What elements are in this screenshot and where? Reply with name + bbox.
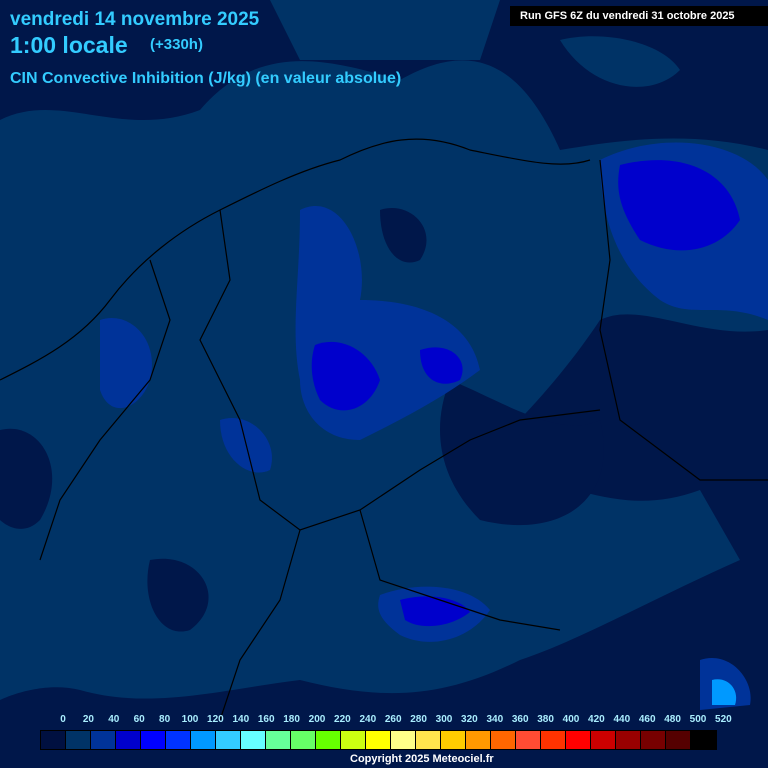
legend-label: 460 [638, 714, 656, 725]
model-run-label: Run GFS 6Z du vendredi 31 octobre 2025 [510, 6, 768, 26]
legend-label: 480 [664, 714, 681, 725]
copyright: Copyright 2025 Meteociel.fr [350, 753, 494, 765]
legend-swatch [691, 731, 716, 749]
legend-swatch [266, 731, 291, 749]
legend-label: 0 [60, 714, 66, 725]
legend-label: 140 [232, 714, 250, 725]
legend-swatch [316, 731, 341, 749]
legend-swatch [466, 731, 491, 749]
forecast-hour: 1:00 locale [10, 32, 128, 58]
legend-label: 300 [435, 714, 453, 725]
legend-label: 360 [511, 714, 529, 725]
legend-swatch [116, 731, 141, 749]
legend-label: 160 [257, 714, 275, 725]
legend-label: 380 [537, 714, 554, 725]
legend-swatch [591, 731, 616, 749]
legend-swatch [416, 731, 441, 749]
legend-label: 100 [181, 714, 199, 725]
legend-label: 500 [689, 714, 707, 725]
legend-swatch [441, 731, 466, 749]
legend-label: 60 [133, 714, 145, 725]
legend-label: 520 [715, 714, 732, 725]
legend-swatch [366, 731, 391, 749]
legend-swatch [191, 731, 216, 749]
legend-swatch [566, 731, 591, 749]
legend-label: 240 [359, 714, 377, 725]
legend-label: 340 [486, 714, 504, 725]
legend-label: 320 [461, 714, 478, 725]
legend-label: 40 [108, 714, 120, 725]
legend-swatch [291, 731, 316, 749]
legend-label: 120 [207, 714, 224, 725]
cin-map [0, 0, 768, 721]
legend-swatch [216, 731, 241, 749]
legend-swatch [91, 731, 116, 749]
legend-swatch [541, 731, 566, 749]
legend-swatch [141, 731, 166, 749]
parameter-title: CIN Convective Inhibition (J/kg) (en val… [10, 70, 402, 87]
legend-label: 20 [82, 714, 94, 725]
legend-swatch [166, 731, 191, 749]
legend-label: 80 [159, 714, 171, 725]
legend-label: 260 [384, 714, 402, 725]
legend-swatch [341, 731, 366, 749]
legend-swatch [516, 731, 541, 749]
legend-label: 220 [334, 714, 351, 725]
legend-label: 200 [308, 714, 326, 725]
legend-label: 180 [283, 714, 300, 725]
legend-swatch [241, 731, 266, 749]
legend-swatch [641, 731, 666, 749]
legend-color-bar [40, 730, 717, 750]
legend-label: 280 [410, 714, 427, 725]
legend-labels: 0 20 40 60 80 100 120 140 160 180 200 220 240 260 280 3… [0, 714, 768, 728]
legend-swatch [491, 731, 516, 749]
legend-label: 440 [613, 714, 631, 725]
legend-swatch [666, 731, 691, 749]
legend-swatch [616, 731, 641, 749]
weather-map-panel: vendredi 14 novembre 2025 1:00 locale (+… [0, 0, 768, 768]
legend-swatch [391, 731, 416, 749]
legend-label: 420 [588, 714, 605, 725]
forecast-offset: (+330h) [150, 36, 203, 53]
legend-swatch [41, 731, 66, 749]
forecast-date: vendredi 14 novembre 2025 [10, 9, 260, 30]
legend-label: 400 [562, 714, 580, 725]
legend-swatch [66, 731, 91, 749]
